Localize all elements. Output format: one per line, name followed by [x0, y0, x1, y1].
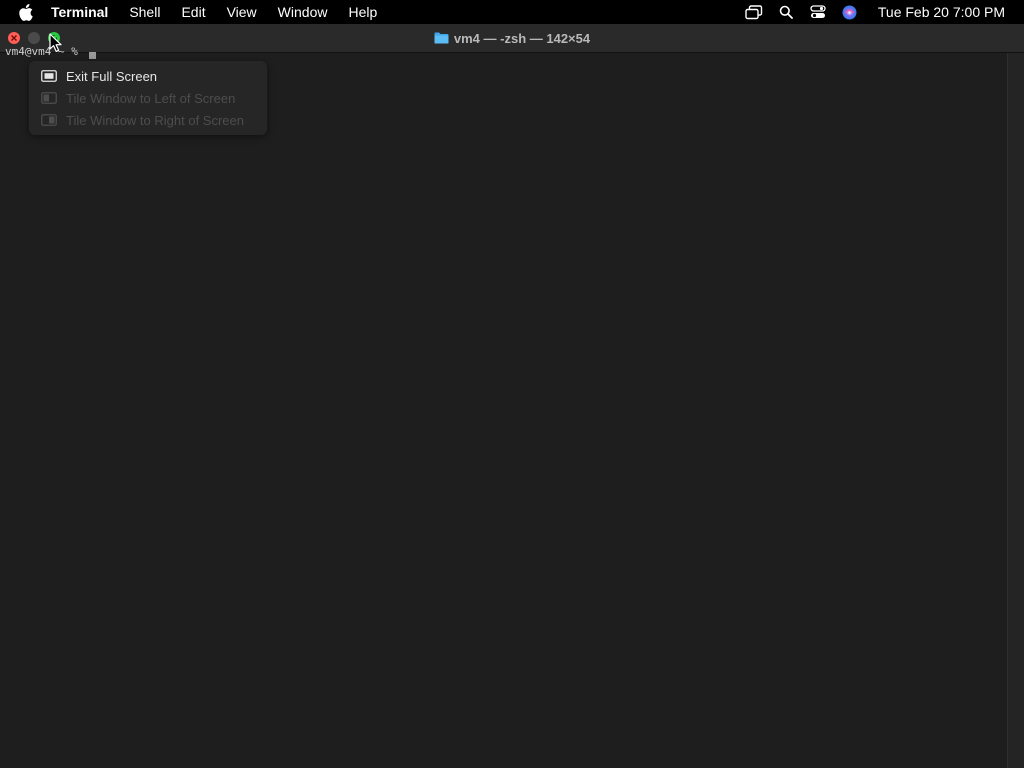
window-title-bar[interactable]: vm4 — -zsh — 142×54 [0, 24, 1024, 53]
terminal-content[interactable]: vm4@vm4 ~ % [0, 45, 1008, 768]
menu-item-label: Tile Window to Right of Screen [66, 112, 244, 128]
menu-item-tile-right[interactable]: Tile Window to Right of Screen [41, 110, 244, 130]
tile-right-icon [41, 114, 57, 126]
menubar-clock[interactable]: Tue Feb 20 7:00 PM [878, 4, 1005, 20]
status-area: Tue Feb 20 7:00 PM [744, 0, 1024, 24]
menu-item-exit-full-screen[interactable]: Exit Full Screen [41, 66, 157, 86]
menu-view[interactable]: View [227, 0, 257, 24]
menu-terminal[interactable]: Terminal [51, 0, 108, 24]
apple-logo-icon[interactable] [18, 3, 34, 21]
full-screen-popover-menu: Exit Full Screen Tile Window to Left of … [29, 61, 267, 135]
minimize-window-button[interactable] [28, 32, 40, 44]
menu-edit[interactable]: Edit [181, 0, 205, 24]
tile-left-icon [41, 92, 57, 104]
menu-bar: Terminal Shell Edit View Window Help Tue… [0, 0, 1024, 24]
spotlight-search-icon[interactable] [776, 2, 796, 22]
vertical-scrollbar[interactable] [1007, 53, 1024, 768]
text-cursor [89, 52, 96, 59]
menu-shell[interactable]: Shell [129, 0, 160, 24]
control-center-icon[interactable] [808, 2, 828, 22]
shell-prompt: vm4@vm4 ~ % [5, 45, 78, 58]
menu-item-tile-left[interactable]: Tile Window to Left of Screen [41, 88, 235, 108]
folder-icon [434, 32, 449, 44]
menu-item-label: Tile Window to Left of Screen [66, 90, 236, 106]
screen-mirroring-icon[interactable] [744, 2, 764, 22]
close-icon [11, 35, 17, 41]
exit-full-screen-icon [41, 70, 57, 82]
menu-window[interactable]: Window [278, 0, 328, 24]
menu-item-label: Exit Full Screen [66, 68, 158, 84]
window-title-text: vm4 — -zsh — 142×54 [453, 30, 591, 46]
siri-icon[interactable] [840, 2, 860, 22]
window-title: vm4 — -zsh — 142×54 [0, 24, 1024, 52]
menu-help[interactable]: Help [348, 0, 377, 24]
mouse-pointer-icon [49, 33, 62, 52]
close-window-button[interactable] [8, 32, 20, 44]
